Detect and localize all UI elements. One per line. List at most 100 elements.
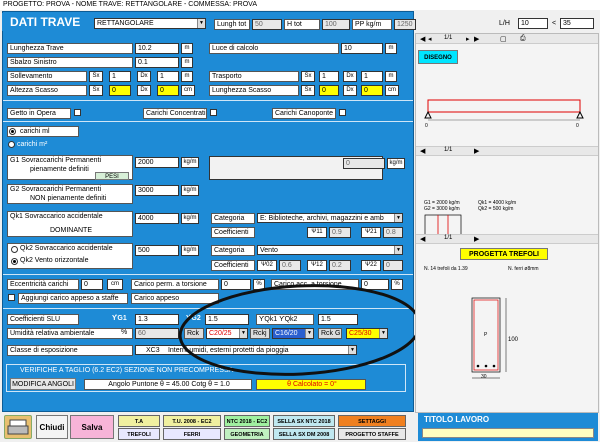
g2-summary: G2 = 3000 kg/m xyxy=(424,206,460,212)
lunghezza-trave-field[interactable]: 10.2 xyxy=(135,43,179,54)
lsc-dx-label: Dx xyxy=(343,85,357,96)
luce-calcolo-unit: m xyxy=(385,43,397,54)
qk2-accidentale-radio[interactable] xyxy=(11,246,18,253)
load-summary-left: G1 = 2000 kg/m G2 = 3000 kg/m xyxy=(424,200,460,212)
categoria1-label: Categoria xyxy=(211,213,255,224)
pesi-button[interactable]: PESI xyxy=(95,172,129,180)
alt-sx-field[interactable]: 0 xyxy=(109,85,131,96)
g2-field[interactable]: 3000 xyxy=(135,185,179,196)
lh-field[interactable]: 10 xyxy=(518,18,548,29)
chiudi-button[interactable]: Chiudi xyxy=(36,415,68,439)
psi12-field[interactable]: 0.2 xyxy=(329,260,351,271)
g2-title: G2 Sovraccarichi Permanenti xyxy=(10,186,102,193)
ta-button[interactable]: T.A xyxy=(118,415,160,427)
print-icon[interactable]: ⎙ xyxy=(520,35,526,43)
sella-dm-button[interactable]: SELLA SX DM 2008 xyxy=(273,428,335,440)
carichi-m2-radio[interactable] xyxy=(8,141,15,148)
progetto-staffe-button[interactable]: PROGETTO STAFFE xyxy=(338,428,406,440)
modifica-angoli-button[interactable]: MODIFICA ANGOLI xyxy=(10,378,76,390)
lunghezza-scasso-label: Lunghezza Scasso xyxy=(209,85,299,96)
psi2-field[interactable]: 0.8 xyxy=(383,227,403,238)
qk1-field[interactable]: 4000 xyxy=(135,213,179,224)
yg1-field[interactable]: 1.3 xyxy=(135,314,179,325)
soll-sx-field[interactable]: 1 xyxy=(109,71,131,82)
categoria1-select[interactable]: E: Biblioteche, archivi, magazzini e amb… xyxy=(257,213,403,223)
left-label: 0 xyxy=(425,123,428,129)
concentrati-checkbox[interactable] xyxy=(210,109,217,116)
sella-ntc-button[interactable]: SELLA SX NTC 2018 xyxy=(273,415,335,427)
page-indicator-2: 1/1 xyxy=(444,147,453,153)
lungh-tot-label: Lungh tot xyxy=(214,19,250,30)
ntc2018-button[interactable]: NTC 2018 - EC2 xyxy=(224,415,270,427)
window-title: PROGETTO: PROVA - NOME TRAVE: RETTANGOLA… xyxy=(0,0,600,10)
ecc-field[interactable]: 0 xyxy=(81,279,103,290)
ferri-button[interactable]: FERRI xyxy=(163,428,221,440)
salva-button[interactable]: Salva xyxy=(70,415,114,439)
last-page-icon[interactable]: ▶ xyxy=(474,147,479,155)
getto-checkbox[interactable] xyxy=(74,109,81,116)
soll-dx-field[interactable]: 1 xyxy=(157,71,179,82)
carichi-m2-option[interactable]: carichi m² xyxy=(7,140,47,149)
campo-checkbox[interactable] xyxy=(339,109,346,116)
geometria-button[interactable]: GEOMETRIA xyxy=(224,428,270,440)
psi1-field[interactable]: 0.9 xyxy=(329,227,351,238)
sbalzo-label: Sbalzo Sinistro xyxy=(7,57,133,68)
tras-dx-field[interactable]: 1 xyxy=(361,71,383,82)
last-page-icon[interactable]: ▶ xyxy=(474,35,479,43)
divider xyxy=(3,274,413,275)
prev-page-icon[interactable]: ◂ xyxy=(428,35,432,43)
trasporto-label: Trasporto xyxy=(209,71,299,82)
alt-dx-label: Dx xyxy=(137,85,151,96)
lsc-dx-field[interactable]: 0 xyxy=(361,85,383,96)
chevron-down-icon: ▼ xyxy=(394,214,402,222)
h-tot-field[interactable]: 100 xyxy=(322,19,350,30)
alt-dx-field[interactable]: 0 xyxy=(157,85,179,96)
g1-extra-field[interactable]: 0 xyxy=(343,158,385,169)
first-page-icon[interactable]: ◀ xyxy=(420,147,425,155)
last-page-icon[interactable]: ▶ xyxy=(474,235,479,243)
psi12-label: Ψ12 xyxy=(307,260,327,271)
g1-field[interactable]: 2000 xyxy=(135,157,179,168)
settaggi-button[interactable]: SETTAGGI xyxy=(338,415,406,427)
titolo-lavoro-input[interactable] xyxy=(422,428,594,438)
lungh-tot-field[interactable]: 50 xyxy=(252,19,282,30)
zoom-icon[interactable]: ▢ xyxy=(500,35,507,43)
carichi-ml-option[interactable]: carichi ml xyxy=(7,126,79,137)
pp-field[interactable]: 1250 xyxy=(394,19,416,30)
soll-sx-label: Sx xyxy=(89,71,103,82)
lsc-sx-field[interactable]: 0 xyxy=(319,85,339,96)
categoria2-select[interactable]: Vento ▼ xyxy=(257,245,403,255)
progetta-trefoli-button[interactable]: PROGETTA TREFOLI xyxy=(460,248,548,260)
next-page-icon[interactable]: ▸ xyxy=(466,35,470,43)
soll-unit: m xyxy=(181,71,193,82)
qk2-group: Qk2 Sovraccarico accidentale Qk2 Vento o… xyxy=(7,243,133,269)
qk2-vento-radio[interactable] xyxy=(11,258,18,265)
trefoli-button[interactable]: TREFOLI xyxy=(118,428,160,440)
first-page-icon[interactable]: ◀ xyxy=(420,235,425,243)
chevron-down-icon: ▼ xyxy=(197,19,205,28)
umidita-field[interactable]: 60 xyxy=(135,328,179,339)
alt-unit: cm xyxy=(181,85,195,96)
qk1-title: Qk1 Sovraccarico accidentale xyxy=(10,213,103,220)
tu2008-button[interactable]: T.U. 2008 - EC2 xyxy=(163,415,221,427)
first-page-icon[interactable]: ◀ xyxy=(420,35,425,43)
section-type-select[interactable]: RETTANGOLARE ▼ xyxy=(94,18,206,29)
printer-icon[interactable] xyxy=(4,415,32,439)
qk2-vento-label: Qk2 Vento orizzontale xyxy=(20,257,89,264)
disegno-button[interactable]: DISEGNO xyxy=(418,50,458,64)
lunghezza-trave-unit: m xyxy=(181,43,193,54)
sbalzo-field[interactable]: 0.1 xyxy=(135,57,179,68)
psi22-field[interactable]: 0 xyxy=(383,260,403,271)
g1-unit: kg/m xyxy=(181,157,199,168)
g2-unit: kg/m xyxy=(181,185,199,196)
luce-calcolo-field[interactable]: 10 xyxy=(341,43,383,54)
tras-unit: m xyxy=(385,71,397,82)
carichi-ml-radio[interactable] xyxy=(9,128,16,135)
psi02-field[interactable]: 0.6 xyxy=(279,260,301,271)
lh-max-field[interactable]: 35 xyxy=(560,18,594,29)
soll-dx-label: Dx xyxy=(137,71,151,82)
aggiungi-checkbox[interactable] xyxy=(8,294,15,301)
qk1-label: Qk1 Sovraccarico accidentale DOMINANTE xyxy=(7,211,133,237)
tras-sx-field[interactable]: 1 xyxy=(319,71,339,82)
qk2-field[interactable]: 500 xyxy=(135,245,179,256)
